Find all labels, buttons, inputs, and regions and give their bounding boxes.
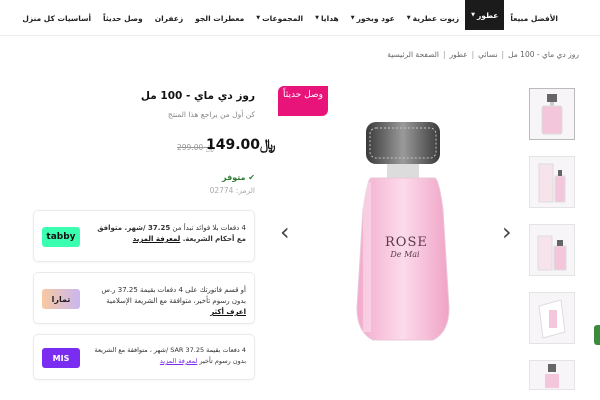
previous-image-arrow[interactable]: ‹ — [280, 218, 290, 246]
product-main-image: ROSE De Mai — [275, 80, 525, 400]
check-icon: ✔ — [248, 173, 255, 182]
perfume-box-icon — [537, 235, 567, 271]
chevron-down-icon: ▼ — [350, 15, 355, 21]
perfume-box-icon — [538, 163, 566, 203]
breadcrumb-home[interactable]: الصفحة الرئيسية — [387, 50, 439, 59]
chevron-down-icon: ▼ — [406, 15, 411, 21]
first-review-link[interactable]: كن أول من يراجع هذا المنتج — [168, 110, 255, 119]
perfume-bottle-icon — [541, 94, 563, 135]
chat-widget-tab[interactable] — [594, 325, 600, 345]
nav-item-new-arrivals[interactable]: وصل حديثاً — [97, 0, 149, 36]
thumbnail-gallery — [529, 88, 575, 390]
tabby-text: 4 دفعات بلا فوائد تبدأ من 37.25 /شهر. مت… — [97, 224, 246, 243]
product-code: الرمز: 02774 — [209, 186, 255, 195]
thumbnail-5[interactable] — [529, 360, 575, 390]
thumbnail-4[interactable] — [529, 292, 575, 344]
thumbnail-2[interactable] — [529, 156, 575, 208]
perfume-card-icon — [538, 299, 566, 339]
breadcrumb-women[interactable]: نسائي — [478, 50, 497, 59]
breadcrumb-separator: | — [501, 50, 505, 59]
nav-item-perfumes[interactable]: عطور ▼ — [465, 0, 505, 30]
tamara-logo: تمارا — [42, 289, 80, 309]
nav-menu: الأفضل مبيعاً عطور ▼ زيوت عطرية ▼ عود وبخو… — [16, 0, 564, 36]
breadcrumb-perfumes[interactable]: عطور — [449, 50, 467, 59]
nav-item-gifts[interactable]: هدايا ▼ — [309, 0, 345, 36]
tabby-learn-more-link[interactable]: لمعرفة المزيد — [133, 235, 181, 243]
nav-item-best-sellers[interactable]: الأفضل مبيعاً — [504, 0, 564, 36]
riyal-icon: ﷼ — [260, 137, 276, 153]
breadcrumb-separator: | — [442, 50, 446, 59]
top-navigation: الأفضل مبيعاً عطور ▼ زيوت عطرية ▼ عود وبخو… — [0, 0, 600, 36]
next-image-arrow[interactable]: › — [502, 218, 512, 246]
bottle-sub-text: De Mai — [390, 250, 420, 259]
chevron-down-icon: ▼ — [256, 15, 261, 21]
nav-item-air-fresheners[interactable]: معطرات الجو — [189, 0, 250, 36]
thumbnail-1[interactable] — [529, 88, 575, 140]
nav-item-home-essentials[interactable]: أساسيات كل منزل — [16, 0, 97, 36]
breadcrumb-current: روز دي ماي - 100 مل — [508, 50, 579, 59]
mis-logo: MIS — [42, 348, 80, 368]
tamara-payment-card[interactable]: أو قسم فاتورتك على 4 دفعات بقيمة 37.25 ر… — [33, 272, 255, 324]
new-arrival-badge: وصل حديثاً — [278, 86, 328, 116]
tamara-text: أو قسم فاتورتك على 4 دفعات بقيمة 37.25 ر… — [101, 286, 246, 316]
perfume-bottle-icon — [545, 364, 559, 388]
product-title: روز دي ماي - 100 مل — [140, 90, 255, 102]
nav-item-collections[interactable]: المجموعات ▼ — [250, 0, 309, 36]
chevron-down-icon: ▼ — [315, 15, 319, 21]
bottle-brand-text: ROSE — [385, 235, 428, 250]
tabby-logo: tabby — [42, 227, 80, 247]
tamara-learn-more-link[interactable]: اعرف أكثر — [210, 308, 246, 316]
thumbnail-3[interactable] — [529, 224, 575, 276]
current-price: ﷼149.00 — [206, 137, 276, 153]
nav-item-perfume-oils[interactable]: زيوت عطرية ▼ — [401, 0, 465, 36]
breadcrumb: الصفحة الرئيسية | عطور | نسائي | روز دي … — [387, 50, 579, 59]
breadcrumb-separator: | — [471, 50, 475, 59]
stock-status: ✔ متوفر — [222, 173, 255, 182]
mis-payment-card[interactable]: 4 دفعات بقيمة SAR 37.25 /شهر ، متوافقة م… — [33, 334, 255, 380]
chevron-down-icon: ▼ — [471, 12, 475, 18]
mis-text: 4 دفعات بقيمة SAR 37.25 /شهر ، متوافقة م… — [94, 346, 246, 365]
nav-item-oud-incense[interactable]: عود وبخور ▼ — [345, 0, 401, 36]
mis-learn-more-link[interactable]: لمعرفة المزيد — [160, 357, 197, 365]
tabby-payment-card[interactable]: 4 دفعات بلا فوائد تبدأ من 37.25 /شهر. مت… — [33, 210, 255, 262]
nav-item-saffron[interactable]: زعفران — [149, 0, 189, 36]
